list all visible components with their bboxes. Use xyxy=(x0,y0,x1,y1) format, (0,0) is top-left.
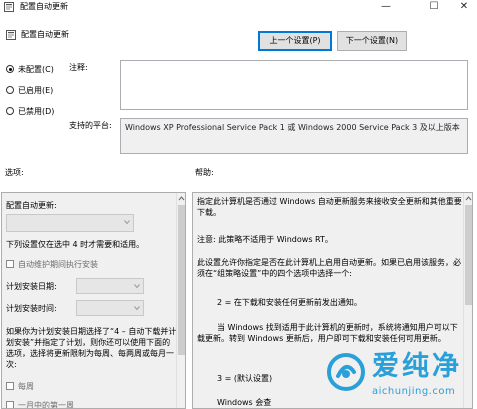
weekly-checkbox[interactable] xyxy=(6,382,14,390)
option-note: 下列设置仅在选中 4 时才需要和适用。 xyxy=(6,240,145,249)
help-paragraph: 当 Windows 找到适用于此计算机的更新时，系统将通知用户可以下载更新。转到… xyxy=(197,323,458,343)
chevron-down-icon xyxy=(134,284,140,289)
auto-maintenance-label: 自动维护期间执行安装 xyxy=(18,260,98,269)
title-bar: 配置自动更新 — ☐ ✕ xyxy=(0,0,477,14)
first-week-label: 一月中的第一周 xyxy=(18,401,74,409)
radio-label: 已启用(E) xyxy=(18,86,54,95)
radio-label: 已禁用(D) xyxy=(18,107,55,116)
previous-setting-button[interactable]: 上一个设置(P) xyxy=(258,31,332,51)
options-panel: 配置自动更新: 下列设置仅在选中 4 时才需要和适用。 自动维护期间执行安装 计… xyxy=(1,192,186,409)
configure-updates-dropdown[interactable] xyxy=(6,214,134,232)
radio-button[interactable] xyxy=(6,107,14,115)
schedule-time-dropdown[interactable] xyxy=(76,300,144,316)
radio-button[interactable] xyxy=(6,86,14,94)
schedule-day-dropdown[interactable] xyxy=(76,278,144,294)
schedule-day-label: 计划安装日期: xyxy=(6,282,57,291)
watermark: 爱纯净 aichunjing.com xyxy=(320,348,477,409)
platform-text: Windows XP Professional Service Pack 1 或… xyxy=(120,118,468,154)
next-setting-button[interactable]: 下一个设置(N) xyxy=(337,31,407,51)
scroll-up-icon[interactable] xyxy=(465,195,472,202)
policy-title: 配置自动更新 xyxy=(21,30,69,39)
watermark-url: aichunjing.com xyxy=(372,386,456,397)
policy-window-icon xyxy=(4,2,14,12)
scroll-up-icon[interactable] xyxy=(178,195,185,202)
help-section-label: 帮助: xyxy=(195,168,214,177)
help-paragraph: 此设置允许你指定是否在此计算机上启用自动更新。如果已启用该服务，必须在“组策略设… xyxy=(197,258,461,278)
scrollbar-thumb[interactable] xyxy=(465,205,472,305)
configure-updates-label: 配置自动更新: xyxy=(6,201,57,210)
options-section-label: 选项: xyxy=(5,168,24,177)
schedule-time-label: 计划安装时间: xyxy=(6,304,57,313)
radio-button[interactable] xyxy=(6,65,14,73)
close-button[interactable]: ✕ xyxy=(450,0,477,14)
watermark-title: 爱纯净 xyxy=(372,351,462,382)
help-paragraph: 注意: 此策略不适用于 Windows RT。 xyxy=(197,235,333,244)
comment-textarea[interactable] xyxy=(120,60,468,110)
weekly-label: 每周 xyxy=(18,382,34,391)
help-paragraph: 指定此计算机是否通过 Windows 自动更新服务来接收安全更新和其他重要下载。 xyxy=(197,197,462,217)
chevron-down-icon xyxy=(124,220,130,225)
options-scrollbar[interactable] xyxy=(176,193,185,408)
auto-maintenance-checkbox[interactable] xyxy=(6,260,14,268)
radio-label: 未配置(C) xyxy=(18,65,54,74)
help-paragraph: 2 = 在下载和安装任何更新前发出通知。 xyxy=(217,298,362,307)
watermark-logo-icon xyxy=(327,353,365,391)
schedule-description: 如果你为计划安装日期选择了“4 – 自动下载并计划安装”并指定了计划，则你还可以… xyxy=(6,327,177,369)
policy-setting-icon xyxy=(6,30,16,40)
comment-label: 注释: xyxy=(69,63,88,72)
scrollbar-thumb[interactable] xyxy=(178,205,185,355)
maximize-button[interactable]: ☐ xyxy=(420,0,448,14)
chevron-down-icon xyxy=(134,306,140,311)
first-week-checkbox[interactable] xyxy=(6,401,14,408)
minimize-button[interactable]: — xyxy=(372,0,400,14)
platform-label: 支持的平台: xyxy=(69,121,112,130)
window-title: 配置自动更新 xyxy=(20,2,68,11)
